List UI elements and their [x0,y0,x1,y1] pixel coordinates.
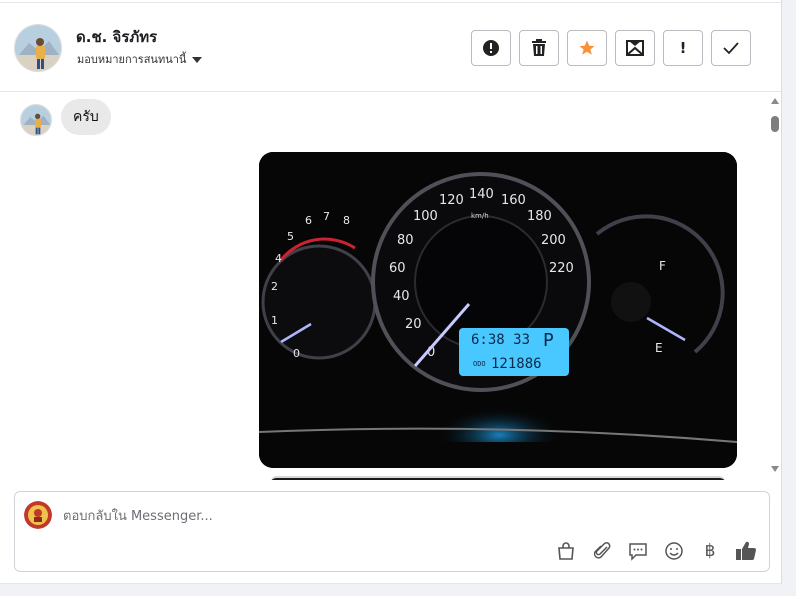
message-bubble: ครับ [61,99,111,135]
thread-scrollbar[interactable] [768,92,782,480]
contact-avatar[interactable] [14,24,62,72]
message-image[interactable]: 012 456 78 0 20 40 60 80 100 120 140 160 180 20… [259,152,737,468]
message-thread[interactable]: ครับ 0 1 2 456 78 0 20 40 60 80 100 120 14… [0,92,768,480]
assign-label: มอบหมายการสนทนานี้ [77,53,187,66]
svg-text:140: 140 [469,187,494,202]
exclamation-icon: ! [679,39,687,57]
trash-icon [532,39,546,56]
check-icon [723,42,739,55]
assign-conversation-dropdown[interactable]: มอบหมายการสนทนานี้ [77,50,203,68]
composer-tools: ฿ [553,539,759,563]
svg-text:180: 180 [527,209,552,224]
svg-text:60: 60 [389,261,406,276]
mark-unread-button[interactable] [615,30,655,66]
svg-text:40: 40 [393,289,410,304]
svg-text:4: 4 [275,252,282,265]
reply-composer: ฿ [14,491,770,572]
conversation-header: ด.ช. จิรภัทร มอบหมายการสนทนานี้ ! [0,2,782,92]
svg-text:8: 8 [343,214,350,227]
alert-circle-icon [483,40,499,56]
spam-button[interactable] [471,30,511,66]
contact-name[interactable]: ด.ช. จิรภัทร [76,25,157,49]
caret-down-icon [192,57,203,63]
thumbs-up-icon[interactable] [733,539,759,563]
baht-icon[interactable]: ฿ [697,539,723,563]
svg-text:220: 220 [549,261,574,276]
svg-text:160: 160 [501,193,526,208]
svg-text:1: 1 [271,314,278,327]
svg-text:E: E [655,341,663,355]
baht-glyph: ฿ [704,541,716,561]
done-button[interactable] [711,30,751,66]
svg-text:0: 0 [293,347,300,360]
next-message-image[interactable] [271,476,725,480]
page-avatar [24,501,52,529]
dashboard-photo: 012 456 78 02040 6080100 120 140 160 18020… [259,152,737,468]
scroll-up-arrow-icon[interactable] [771,98,779,104]
svg-text:200: 200 [541,233,566,248]
svg-text:120: 120 [439,193,464,208]
svg-text:121886: 121886 [491,356,542,372]
svg-text:7: 7 [323,210,330,223]
bag-icon[interactable] [553,539,579,563]
header-actions: ! [471,30,751,66]
delete-button[interactable] [519,30,559,66]
reply-input[interactable] [63,506,663,526]
svg-text:100: 100 [413,209,438,224]
conversation-panel: ด.ช. จิรภัทร มอบหมายการสนทนานี้ ! ครับ 0… [0,0,782,584]
svg-text:P: P [543,330,554,351]
chat-bubble-icon[interactable] [625,539,651,563]
svg-text:6:38 33: 6:38 33 [471,332,530,348]
scroll-thumb[interactable] [771,116,779,132]
paperclip-icon[interactable] [589,539,615,563]
star-button[interactable] [567,30,607,66]
svg-text:F: F [659,259,666,273]
svg-text:km/h: km/h [471,212,489,220]
scroll-down-arrow-icon[interactable] [771,466,779,472]
svg-text:2: 2 [271,280,278,293]
envelope-icon [626,40,644,56]
svg-text:5: 5 [287,230,294,243]
sender-avatar[interactable] [20,104,52,136]
follow-up-button[interactable]: ! [663,30,703,66]
svg-text:80: 80 [397,233,414,248]
star-icon [579,40,595,55]
smiley-icon[interactable] [661,539,687,563]
svg-text:20: 20 [405,317,422,332]
svg-text:ODO: ODO [473,360,486,368]
svg-text:6: 6 [305,214,312,227]
